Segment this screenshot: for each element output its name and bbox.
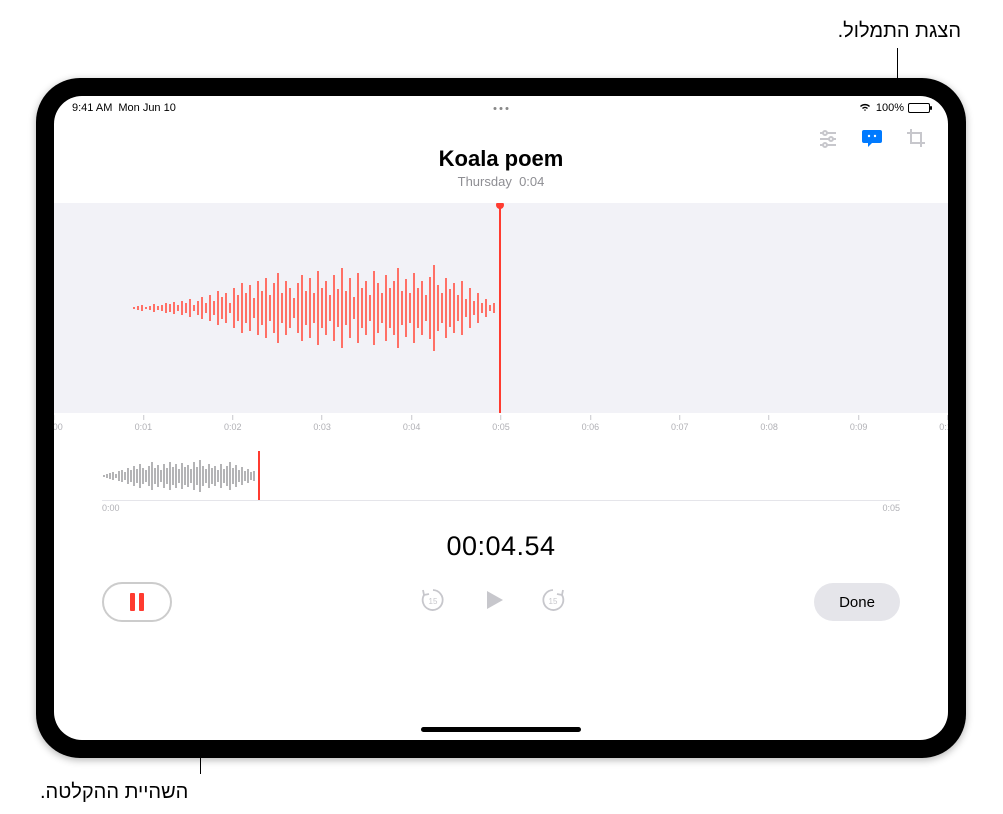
home-indicator[interactable] bbox=[421, 727, 581, 732]
overview-end-label: 0:05 bbox=[882, 503, 900, 513]
pause-icon bbox=[130, 593, 144, 611]
timeline-tick: 0:04 bbox=[403, 415, 421, 432]
timeline-ruler: 0:00 0:01 0:02 0:03 0:04 0:05 0:06 0:07 0:08 0:09… bbox=[54, 413, 948, 437]
status-ellipsis bbox=[494, 107, 509, 110]
crop-icon[interactable] bbox=[904, 126, 928, 150]
timeline-tick: 0:01 bbox=[135, 415, 153, 432]
playhead[interactable] bbox=[499, 203, 501, 413]
timeline-tick: 0:05 bbox=[492, 415, 510, 432]
svg-text:15: 15 bbox=[429, 597, 438, 606]
timeline-tick: 0:02 bbox=[224, 415, 242, 432]
svg-text:15: 15 bbox=[549, 597, 558, 606]
skip-forward-15-icon[interactable]: 15 bbox=[539, 586, 567, 619]
settings-sliders-icon[interactable] bbox=[816, 126, 840, 150]
overview-playhead[interactable] bbox=[258, 451, 260, 500]
battery-percent: 100% bbox=[876, 102, 904, 114]
recording-title: Koala poem bbox=[54, 146, 948, 172]
ipad-frame: 9:41 AM Mon Jun 10 100% bbox=[36, 78, 966, 758]
overview-graphic bbox=[102, 456, 262, 496]
annotation-transcript: הצגת התמלול. bbox=[838, 20, 961, 43]
pause-button[interactable] bbox=[102, 582, 172, 622]
playback-controls: 15 15 Done bbox=[54, 562, 948, 622]
battery-icon bbox=[908, 103, 930, 113]
elapsed-timer: 00:04.54 bbox=[54, 531, 948, 562]
waveform-large[interactable] bbox=[54, 203, 948, 413]
timeline-tick: 0:07 bbox=[671, 415, 689, 432]
overview-start-label: 0:00 bbox=[102, 503, 120, 513]
done-button[interactable]: Done bbox=[814, 583, 900, 621]
waveform-graphic bbox=[54, 233, 504, 383]
status-time: 9:41 AM bbox=[72, 102, 112, 114]
status-date: Mon Jun 10 bbox=[118, 102, 175, 114]
timeline-tick: 0:00 bbox=[54, 415, 63, 432]
ipad-screen: 9:41 AM Mon Jun 10 100% bbox=[54, 96, 948, 740]
skip-back-15-icon[interactable]: 15 bbox=[419, 586, 447, 619]
timeline-tick: 0:03 bbox=[313, 415, 331, 432]
status-bar: 9:41 AM Mon Jun 10 100% bbox=[54, 96, 948, 118]
wifi-icon bbox=[858, 102, 872, 115]
play-icon[interactable] bbox=[479, 586, 507, 619]
timeline-tick: 0:08 bbox=[760, 415, 778, 432]
waveform-overview[interactable] bbox=[102, 451, 900, 501]
timeline-tick: 0:06 bbox=[582, 415, 600, 432]
timeline-tick: 0:09 bbox=[850, 415, 868, 432]
recording-meta: Thursday 0:04 bbox=[54, 174, 948, 189]
speech-bubble-icon[interactable] bbox=[860, 126, 884, 150]
timeline-tick: 0:10 bbox=[939, 415, 948, 432]
annotation-pause: השהיית ההקלטה. bbox=[40, 781, 188, 804]
